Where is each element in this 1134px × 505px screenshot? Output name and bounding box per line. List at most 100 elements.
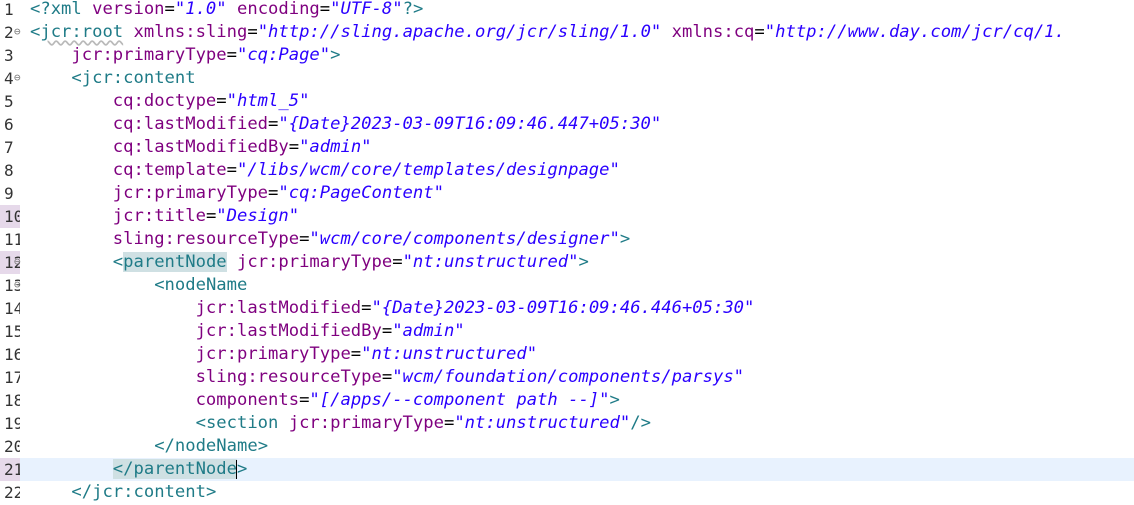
code-text[interactable]: <section jcr:primaryType="nt:unstructure… (30, 412, 651, 435)
code-text[interactable]: </jcr:content> (30, 481, 216, 504)
attribute-value: "html_5" (226, 91, 310, 111)
code-line-19[interactable]: 19 <section jcr:primaryType="nt:unstruct… (0, 412, 1134, 435)
fold-collapse-icon[interactable]: ⊖ (14, 67, 26, 88)
tag-bracket: /> (630, 413, 651, 433)
code-line-2[interactable]: 2 ⊖ <jcr:root xmlns:sling="http://sling.… (0, 21, 1134, 44)
code-text[interactable]: components="[/apps/--component path --]"… (30, 389, 620, 412)
attribute-name: version (92, 0, 165, 19)
tag-bracket: < (30, 22, 41, 42)
code-text[interactable]: jcr:primaryType="cq:Page"> (30, 44, 340, 67)
code-text[interactable]: <jcr:content (30, 67, 195, 90)
attribute-value: "nt:unstructured" (402, 252, 579, 272)
attribute-name: cq:template (112, 160, 227, 180)
code-text[interactable]: <nodeName (30, 274, 247, 297)
tag-name-match-highlight: parentNode (123, 252, 227, 272)
xml-editor[interactable]: 1 <?xml version="1.0" encoding="UTF-8"?>… (0, 0, 1134, 505)
code-line-14[interactable]: 14 jcr:lastModified="{Date}2023-03-09T16… (0, 297, 1134, 320)
code-text[interactable]: cq:lastModifiedBy="admin" (30, 136, 372, 159)
attribute-value: "admin" (299, 137, 372, 157)
equals: = (381, 367, 393, 387)
tag-bracket: > (257, 436, 269, 456)
code-line-22[interactable]: 22 </jcr:content> (0, 481, 1134, 504)
tag-name: nodeName (164, 275, 248, 295)
line-number: 20 (4, 437, 20, 456)
code-text[interactable]: jcr:lastModifiedBy="admin" (30, 320, 465, 343)
attribute-name: jcr:primaryType (237, 252, 393, 272)
code-line-13[interactable]: 13 ⊖ <nodeName (0, 274, 1134, 297)
equals: = (226, 160, 237, 180)
code-line-8[interactable]: 8 cq:template="/libs/wcm/core/templates/… (0, 159, 1134, 182)
code-line-12[interactable]: 12 ⊖ <parentNode jcr:primaryType="nt:uns… (0, 251, 1134, 274)
line-number: 3 (4, 46, 14, 65)
code-line-20[interactable]: 20 </nodeName> (0, 435, 1134, 458)
line-number: 7 (4, 138, 14, 157)
line-number: 19 (4, 414, 20, 433)
code-line-1[interactable]: 1 <?xml version="1.0" encoding="UTF-8"?> (0, 0, 1134, 21)
attribute-name: xmlns:cq (671, 22, 755, 42)
attribute-name: jcr:primaryType (112, 183, 269, 203)
fold-collapse-icon[interactable]: ⊖ (14, 251, 26, 272)
line-number: 1 (4, 0, 14, 19)
attribute-name: jcr:title (112, 206, 206, 226)
code-line-21-current[interactable]: 21 </parentNode> (0, 458, 1134, 481)
fold-collapse-icon[interactable]: ⊖ (14, 274, 26, 295)
code-text[interactable]: </nodeName> (30, 435, 268, 458)
attribute-name: cq:lastModifiedBy (112, 137, 289, 157)
code-line-17[interactable]: 17 sling:resourceType="wcm/foundation/co… (0, 366, 1134, 389)
tag-bracket: </ (154, 436, 175, 456)
xml-declaration-close: ?> (402, 0, 424, 19)
code-text[interactable]: cq:template="/libs/wcm/core/templates/de… (30, 159, 620, 182)
code-line-10[interactable]: 10 jcr:title="Design" (0, 205, 1134, 228)
tag-bracket: < (195, 413, 206, 433)
line-number: 16 (4, 345, 20, 364)
code-text[interactable]: <parentNode jcr:primaryType="nt:unstruct… (30, 251, 589, 274)
equals: = (247, 22, 258, 42)
code-line-3[interactable]: 3 jcr:primaryType="cq:Page"> (0, 44, 1134, 67)
fold-collapse-icon[interactable]: ⊖ (14, 21, 26, 42)
attribute-value: "Design" (216, 206, 300, 226)
code-line-11[interactable]: 11 sling:resourceType="wcm/core/componen… (0, 228, 1134, 251)
attribute-name: jcr:primaryType (71, 45, 227, 65)
equals: = (350, 344, 362, 364)
code-line-6[interactable]: 6 cq:lastModified="{Date}2023-03-09T16:0… (0, 113, 1134, 136)
code-line-9[interactable]: 9 jcr:primaryType="cq:PageContent" (0, 182, 1134, 205)
attribute-value: "nt:unstructured" (361, 344, 538, 364)
code-line-16[interactable]: 16 jcr:primaryType="nt:unstructured" (0, 343, 1134, 366)
tag-name: jcr:content (92, 482, 206, 502)
code-text[interactable]: jcr:primaryType="nt:unstructured" (30, 343, 538, 366)
tag-bracket: </ (71, 482, 93, 502)
code-text[interactable]: jcr:primaryType="cq:PageContent" (30, 182, 444, 205)
attribute-name: jcr:primaryType (288, 413, 444, 433)
code-text[interactable]: sling:resourceType="wcm/foundation/compo… (30, 366, 744, 389)
code-text[interactable]: <?xml version="1.0" encoding="UTF-8"?> (30, 0, 423, 21)
tag-bracket: < (71, 68, 82, 88)
code-text[interactable]: sling:resourceType="wcm/core/components/… (30, 228, 630, 251)
line-number: 21 (0, 458, 20, 481)
code-text[interactable]: jcr:title="Design" (30, 205, 299, 228)
code-line-15[interactable]: 15 jcr:lastModifiedBy="admin" (0, 320, 1134, 343)
code-line-4[interactable]: 4 ⊖ <jcr:content (0, 67, 1134, 90)
code-text[interactable]: cq:lastModified="{Date}2023-03-09T16:09:… (30, 113, 661, 136)
code-line-7[interactable]: 7 cq:lastModifiedBy="admin" (0, 136, 1134, 159)
code-text[interactable]: </parentNode> (30, 458, 247, 481)
attribute-value: "{Date}2023-03-09T16:09:46.447+05:30" (278, 114, 662, 134)
equals: = (754, 22, 765, 42)
tag-bracket: > (578, 252, 589, 272)
code-text[interactable]: <jcr:root xmlns:sling="http://sling.apac… (30, 21, 1065, 44)
code-text[interactable]: cq:doctype="html_5" (30, 90, 310, 113)
attribute-value: "cq:Page" (236, 45, 331, 65)
equals: = (226, 45, 237, 65)
code-text[interactable]: jcr:lastModified="{Date}2023-03-09T16:09… (30, 297, 755, 320)
tag-bracket: < (154, 275, 165, 295)
code-line-18[interactable]: 18 components="[/apps/--component path -… (0, 389, 1134, 412)
code-line-5[interactable]: 5 cq:doctype="html_5" (0, 90, 1134, 113)
